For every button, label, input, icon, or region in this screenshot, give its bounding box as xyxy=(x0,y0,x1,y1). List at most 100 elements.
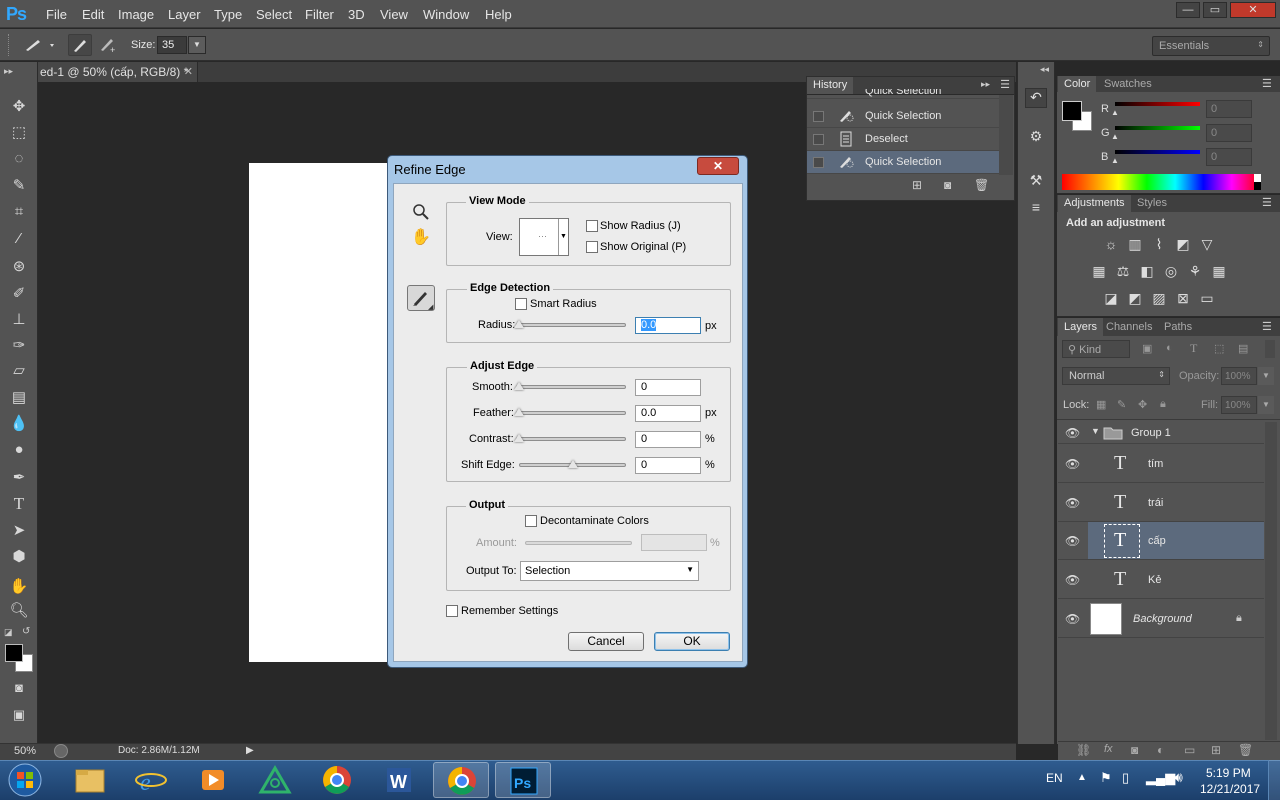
feather-input[interactable]: 0.0 xyxy=(635,405,701,422)
close-button[interactable]: ✕ xyxy=(1230,2,1276,18)
layers-menu-icon[interactable]: ☰ xyxy=(1262,320,1272,333)
clock-time[interactable]: 5:19 PM xyxy=(1206,766,1251,780)
tab-channels[interactable]: Channels xyxy=(1106,321,1152,333)
view-mode-dropdown[interactable]: ⋯ ▼ xyxy=(519,218,569,256)
blue-value-input[interactable]: 0 xyxy=(1206,148,1252,166)
file-explorer-taskbar-icon[interactable] xyxy=(62,762,118,798)
visibility-eye-icon[interactable]: 👁︎ xyxy=(1065,426,1080,440)
snapshot-camera-icon[interactable]: ◙ xyxy=(944,178,951,192)
photo-filter-icon[interactable]: ◎ xyxy=(1161,261,1181,281)
menu-3d[interactable]: 3D xyxy=(348,7,365,22)
lock-transparent-icon[interactable]: ▦ xyxy=(1096,398,1106,411)
menu-edit[interactable]: Edit xyxy=(82,7,104,22)
show-radius-label[interactable]: Show Radius (J) xyxy=(600,220,681,232)
tab-layers[interactable]: Layers xyxy=(1058,318,1104,336)
screen-mode-icon[interactable]: ▣ xyxy=(7,704,31,726)
marquee-tool-icon[interactable]: ⬚ xyxy=(7,122,31,144)
show-hidden-icons[interactable]: ▲ xyxy=(1077,772,1087,783)
photoshop-taskbar-icon[interactable]: Ps xyxy=(495,762,551,798)
remember-settings-label[interactable]: Remember Settings xyxy=(461,605,558,617)
red-slider[interactable] xyxy=(1115,102,1200,106)
menu-filter[interactable]: Filter xyxy=(305,7,334,22)
contrast-input[interactable]: 0 xyxy=(635,431,701,448)
smooth-slider-knob[interactable] xyxy=(514,382,524,390)
chrome-taskbar-icon[interactable] xyxy=(309,762,365,798)
filter-shape-icon[interactable]: ⬚ xyxy=(1214,342,1224,355)
smooth-slider-track[interactable] xyxy=(516,385,626,389)
word-taskbar-icon[interactable]: W xyxy=(371,762,427,798)
restore-button[interactable]: ▭ xyxy=(1203,2,1227,18)
type-tool-icon[interactable]: T xyxy=(7,493,31,515)
new-adjustment-layer-icon[interactable]: ◐ xyxy=(1157,743,1164,757)
swap-colors-icon[interactable]: ↺ xyxy=(22,626,30,637)
panel-menu-icon[interactable]: ☰ xyxy=(1000,78,1010,91)
visibility-eye-icon[interactable]: 👁︎ xyxy=(1065,457,1080,471)
default-colors-icon[interactable]: ◪ xyxy=(4,627,13,638)
green-slider[interactable] xyxy=(1115,126,1200,130)
snapshot-checkbox[interactable] xyxy=(813,157,824,168)
minimize-button[interactable]: — xyxy=(1176,2,1200,18)
dialog-close-button[interactable]: ✕ xyxy=(697,157,739,175)
fill-input[interactable]: 100% xyxy=(1221,396,1257,414)
action-center-flag-icon[interactable]: ⚑ xyxy=(1100,770,1112,786)
tab-color[interactable]: Color xyxy=(1058,76,1097,92)
home-app-taskbar-icon[interactable] xyxy=(247,762,303,798)
close-tab-icon[interactable]: ✕ xyxy=(184,65,193,78)
vibrance-icon[interactable]: ▽ xyxy=(1197,234,1217,254)
color-spectrum-ramp[interactable] xyxy=(1062,174,1260,190)
new-selection-icon[interactable] xyxy=(68,34,92,56)
layer-filter-dropdown[interactable]: ⚲ Kind xyxy=(1062,340,1130,358)
cancel-button[interactable]: Cancel xyxy=(568,632,644,651)
healing-brush-tool-icon[interactable]: ⊛ xyxy=(7,256,31,278)
tab-adjustments[interactable]: Adjustments xyxy=(1058,195,1131,212)
pen-tool-icon[interactable]: ✒ xyxy=(7,467,31,489)
delete-layer-icon[interactable]: 🗑︎ xyxy=(1238,743,1253,757)
black-white-icon[interactable]: ◧ xyxy=(1137,261,1157,281)
document-canvas[interactable] xyxy=(249,163,389,662)
quick-mask-icon[interactable]: ◙ xyxy=(7,677,31,699)
volume-icon[interactable]: 🔊︎ xyxy=(1174,769,1183,786)
levels-icon[interactable]: ▥ xyxy=(1125,234,1145,254)
brush-tool-icon[interactable]: ✐ xyxy=(7,283,31,305)
media-player-taskbar-icon[interactable] xyxy=(185,762,241,798)
shift-edge-slider-knob[interactable] xyxy=(568,460,578,468)
show-original-checkbox[interactable] xyxy=(586,241,598,253)
radius-input[interactable]: 0.0 xyxy=(635,317,701,334)
shift-edge-input[interactable]: 0 xyxy=(635,457,701,474)
clock-date[interactable]: 12/21/2017 xyxy=(1200,782,1260,796)
color-balance-icon[interactable]: ⚖ xyxy=(1113,261,1133,281)
green-value-input[interactable]: 0 xyxy=(1206,124,1252,142)
new-layer-icon[interactable]: ⊞ xyxy=(1211,743,1221,757)
lock-position-icon[interactable]: ✥ xyxy=(1138,398,1147,411)
exposure-icon[interactable]: ◩ xyxy=(1173,234,1193,254)
hand-tool-icon[interactable]: ✋ xyxy=(7,576,31,598)
menu-file[interactable]: File xyxy=(46,7,67,22)
start-button[interactable] xyxy=(4,762,46,798)
visibility-eye-icon[interactable]: 👁︎ xyxy=(1065,496,1080,510)
foreground-color-swatch[interactable] xyxy=(1062,101,1082,121)
layer-row-eye-cell[interactable]: 👁︎ xyxy=(1058,522,1088,560)
menu-select[interactable]: Select xyxy=(256,7,292,22)
decontaminate-label[interactable]: Decontaminate Colors xyxy=(540,515,649,527)
zoom-tool-icon[interactable]: 🔍︎ xyxy=(7,600,31,622)
visibility-eye-icon[interactable]: 👁︎ xyxy=(1065,534,1080,548)
radius-slider-knob[interactable] xyxy=(514,320,524,328)
decontaminate-checkbox[interactable] xyxy=(525,515,537,527)
history-panel-icon[interactable]: ↶ xyxy=(1025,88,1047,108)
gradient-map-icon[interactable]: ▭ xyxy=(1197,288,1217,308)
zoom-tool-icon[interactable] xyxy=(412,203,430,221)
zoom-level[interactable]: 50% xyxy=(14,745,36,757)
workspace-dropdown[interactable]: Essentials ⇕ xyxy=(1152,36,1270,56)
document-tab[interactable]: ed-1 @ 50% (cấp, RGB/8) * ✕ xyxy=(38,62,198,82)
feather-slider-track[interactable] xyxy=(516,411,626,415)
blue-slider[interactable] xyxy=(1115,150,1200,154)
show-original-label[interactable]: Show Original (P) xyxy=(600,241,686,253)
shape-tool-icon[interactable]: ⬢ xyxy=(7,546,31,568)
smart-radius-checkbox[interactable] xyxy=(515,298,527,310)
status-menu-arrow-icon[interactable]: ▶ xyxy=(246,745,254,756)
feather-slider-knob[interactable] xyxy=(514,408,524,416)
snapshot-checkbox[interactable] xyxy=(813,134,824,145)
history-item[interactable]: Quick Selection xyxy=(807,105,999,128)
power-icon[interactable]: ▯ xyxy=(1122,770,1129,786)
language-indicator[interactable]: EN xyxy=(1046,771,1063,785)
